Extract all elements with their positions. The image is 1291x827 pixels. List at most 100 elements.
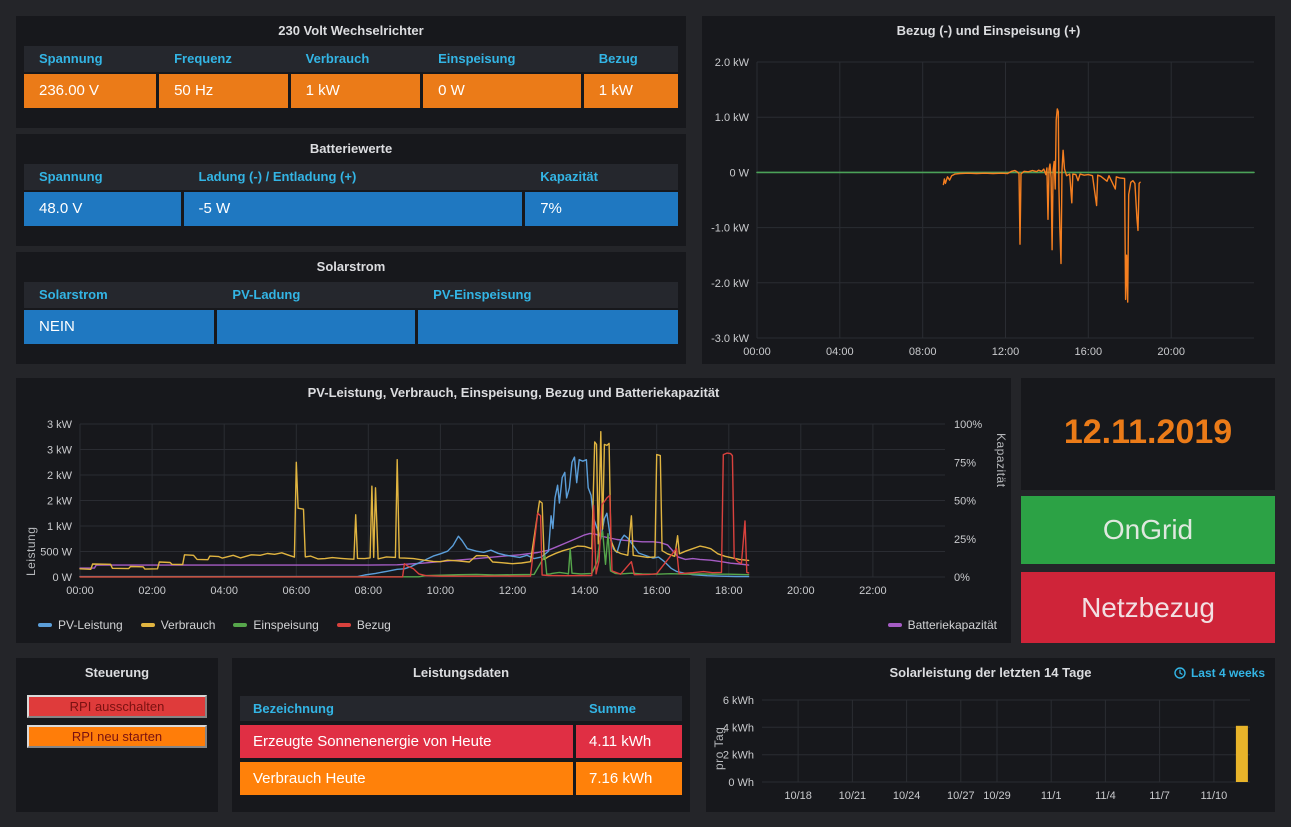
svg-text:-3.0 kW: -3.0 kW [711,333,750,345]
netzbezug-status-value: Netzbezug [1021,572,1275,643]
rpi-ausschalten-button[interactable]: RPI ausschalten [27,695,207,718]
svg-text:500 W: 500 W [40,547,72,559]
svg-text:0 W: 0 W [52,572,72,584]
value-sonnenenergie: 4.11 kWh [576,725,682,758]
legend-item-batteriekapazitaet[interactable]: Batteriekapazität [888,618,997,632]
svg-text:08:00: 08:00 [355,585,383,597]
legend-label: Batteriekapazität [908,618,997,632]
bezug-einspeisung-chart[interactable]: 00:0004:0008:0012:0016:0020:002.0 kW1.0 … [702,46,1275,364]
column-header-spannung: Spannung [24,46,156,72]
svg-text:0%: 0% [954,572,970,584]
svg-text:02:00: 02:00 [138,585,166,597]
svg-text:-1.0 kW: -1.0 kW [711,223,750,235]
svg-text:10:00: 10:00 [427,585,455,597]
label-sonnenenergie: Erzeugte Sonnenenergie von Heute [240,725,573,758]
svg-text:2 kW: 2 kW [47,470,73,482]
legend-label: PV-Leistung [58,618,123,632]
column-header-verbrauch: Verbrauch [291,46,420,72]
panel-netzbezug-status: Netzbezug [1021,572,1275,643]
y-axis-label-kapazitaet: Kapazität [994,433,1008,583]
panel-title: Batteriewerte [16,134,686,164]
table-row: NEIN [24,310,678,344]
panel-bezug-einspeisung-chart: Bezug (-) und Einspeisung (+) 00:0004:00… [702,16,1275,364]
svg-text:-2.0 kW: -2.0 kW [711,278,750,290]
svg-text:20:00: 20:00 [1157,346,1185,358]
svg-text:10/24: 10/24 [893,790,921,802]
svg-text:00:00: 00:00 [743,346,771,358]
panel-title: 230 Volt Wechselrichter [16,16,686,46]
pv-leistung-chart[interactable]: 00:0002:0004:0006:0008:0010:0012:0014:00… [16,408,1011,608]
legend-item-bezug[interactable]: Bezug [337,618,391,632]
legend-item-pv-leistung[interactable]: PV-Leistung [38,618,123,632]
value-batterie-ladung: -5 W [184,192,523,226]
svg-text:18:00: 18:00 [715,585,743,597]
svg-text:12:00: 12:00 [992,346,1020,358]
panel-date: 12.11.2019 [1021,378,1275,490]
value-frequenz: 50 Hz [159,74,288,108]
svg-text:2.0 kW: 2.0 kW [715,57,750,69]
table-row: 236.00 V 50 Hz 1 kW 0 W 1 kW [24,74,678,108]
panel-title: Steuerung [16,658,218,688]
column-header-bezeichnung: Bezeichnung [240,696,573,721]
table-header-row: Spannung Frequenz Verbrauch Einspeisung … [24,46,678,72]
value-spannung: 236.00 V [24,74,156,108]
panel-leistungsdaten: Leistungsdaten Bezeichnung Summe Erzeugt… [232,658,690,812]
svg-text:50%: 50% [954,496,976,508]
legend-item-einspeisung[interactable]: Einspeisung [233,618,318,632]
value-verbrauch-heute: 7.16 kWh [576,762,682,795]
svg-text:11/10: 11/10 [1201,790,1228,802]
column-header-bezug: Bezug [584,46,678,72]
table-header-row: Bezeichnung Summe [240,696,682,721]
rpi-neu-starten-button[interactable]: RPI neu starten [27,725,207,748]
value-pv-ladung [217,310,415,344]
svg-text:12:00: 12:00 [499,585,527,597]
svg-text:22:00: 22:00 [859,585,887,597]
panel-batteriewerte: Batteriewerte Spannung Ladung (-) / Entl… [16,134,686,246]
svg-text:08:00: 08:00 [909,346,937,358]
clock-icon [1174,667,1186,679]
value-einspeisung: 0 W [423,74,581,108]
svg-text:3 kW: 3 kW [47,445,73,457]
column-header-summe: Summe [576,696,682,721]
legend-swatch-batteriekapazitaet-icon [888,623,902,627]
value-batterie-kapazitaet: 7% [525,192,678,226]
solarleistung-chart[interactable]: 10/1810/2110/2410/2710/2911/111/411/711/… [706,686,1275,812]
panel-pv-leistung-chart: PV-Leistung, Verbrauch, Einspeisung, Bez… [16,378,1011,643]
legend-label: Einspeisung [253,618,318,632]
panel-wechselrichter: 230 Volt Wechselrichter Spannung Frequen… [16,16,686,128]
value-solarstrom: NEIN [24,310,214,344]
legend-item-verbrauch[interactable]: Verbrauch [141,618,216,632]
svg-text:16:00: 16:00 [1075,346,1103,358]
ongrid-status-value: OnGrid [1021,496,1275,564]
current-date: 12.11.2019 [1021,378,1275,486]
svg-text:6 kWh: 6 kWh [723,695,754,707]
svg-text:11/1: 11/1 [1041,790,1062,802]
svg-text:75%: 75% [954,457,976,469]
svg-text:10/18: 10/18 [784,790,812,802]
y-axis-label-leistung: Leistung [24,426,38,576]
time-range-link[interactable]: Last 4 weeks [1174,666,1265,680]
y-axis-label-pro-tag: pro Tag [712,706,726,770]
legend-swatch-pv-leistung-icon [38,623,52,627]
column-header-solarstrom: Solarstrom [24,282,214,308]
svg-text:10/27: 10/27 [947,790,975,802]
svg-text:06:00: 06:00 [283,585,311,597]
table-header-row: Solarstrom PV-Ladung PV-Einspeisung [24,282,678,308]
legend-label: Bezug [357,618,391,632]
svg-text:04:00: 04:00 [210,585,238,597]
svg-text:11/7: 11/7 [1149,790,1170,802]
svg-text:11/4: 11/4 [1095,790,1116,802]
panel-steuerung: Steuerung RPI ausschalten RPI neu starte… [16,658,218,812]
column-header-pv-ladung: PV-Ladung [217,282,415,308]
panel-title: Leistungsdaten [232,658,690,688]
time-range-label: Last 4 weeks [1191,666,1265,680]
table-header-row: Spannung Ladung (-) / Entladung (+) Kapa… [24,164,678,190]
svg-text:2 kW: 2 kW [47,496,73,508]
value-verbrauch: 1 kW [291,74,420,108]
value-batterie-spannung: 48.0 V [24,192,181,226]
legend-swatch-verbrauch-icon [141,623,155,627]
svg-text:25%: 25% [954,534,976,546]
value-bezug: 1 kW [584,74,678,108]
svg-text:0 W: 0 W [729,167,749,179]
legend-label: Verbrauch [161,618,216,632]
